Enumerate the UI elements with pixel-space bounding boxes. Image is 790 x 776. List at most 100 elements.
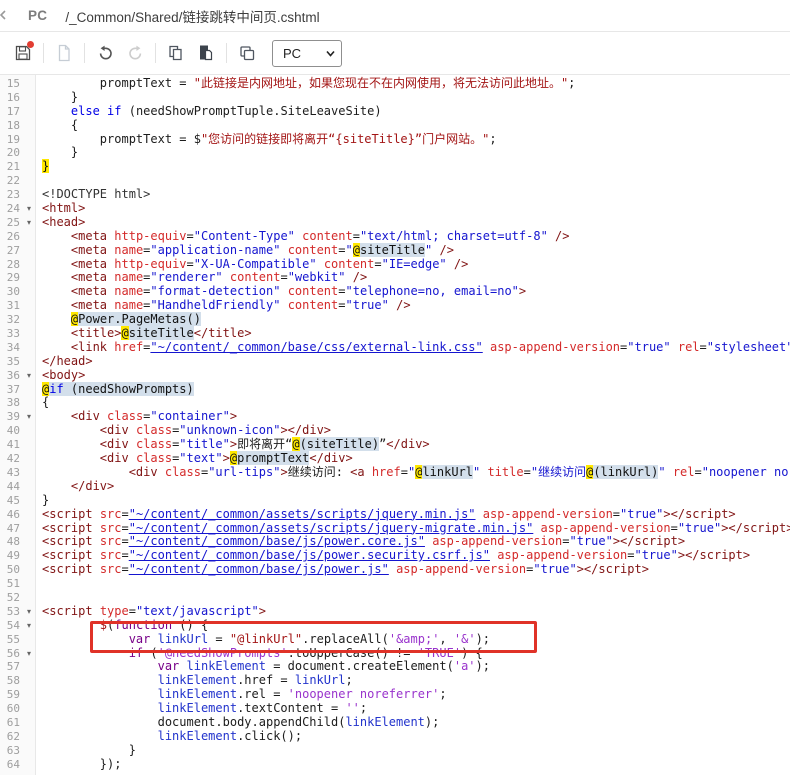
code-line[interactable]: 36▾<body>	[0, 369, 790, 383]
code-line[interactable]: 54▾ $(function () {	[0, 619, 790, 633]
code-line[interactable]: 25▾<head>	[0, 216, 790, 230]
fold-arrow-icon[interactable]: ▾	[22, 202, 36, 216]
fold-arrow-icon[interactable]: ▾	[22, 619, 36, 633]
duplicate-button[interactable]	[234, 40, 260, 66]
code-content: <meta http-equiv="X-UA-Compatible" conte…	[36, 258, 468, 272]
toolbar-separator	[155, 43, 156, 63]
code-line[interactable]: 29 <meta name="renderer" content="webkit…	[0, 271, 790, 285]
fold-gutter-empty	[22, 730, 36, 744]
code-line[interactable]: 41 <div class="title">即将离开“@(siteTitle)”…	[0, 438, 790, 452]
code-line[interactable]: 39▾ <div class="container">	[0, 410, 790, 424]
code-line[interactable]: 15 promptText = "此链接是内网地址，如果您现在不在内网使用，将无…	[0, 77, 790, 91]
toolbar-separator	[84, 43, 85, 63]
code-line[interactable]: 48<script src="~/content/_common/base/js…	[0, 535, 790, 549]
toolbar: PC	[0, 32, 790, 75]
code-line[interactable]: 51	[0, 577, 790, 591]
new-file-button[interactable]	[51, 40, 77, 66]
code-line[interactable]: 19 promptText = $"您访问的链接即将离开“{siteTitle}…	[0, 133, 790, 147]
code-line[interactable]: 16 }	[0, 91, 790, 105]
fold-gutter-empty	[22, 535, 36, 549]
code-line[interactable]: 64 });	[0, 758, 790, 772]
fold-arrow-icon[interactable]: ▾	[22, 605, 36, 619]
line-number: 41	[0, 438, 22, 452]
code-line[interactable]: 27 <meta name="application-name" content…	[0, 244, 790, 258]
fold-gutter-empty	[22, 660, 36, 674]
fold-gutter-empty	[22, 133, 36, 147]
code-content: <div class="url-tips">继续访问: <a href="@li…	[36, 466, 790, 480]
copy-button[interactable]	[163, 40, 189, 66]
code-line[interactable]: 44 </div>	[0, 480, 790, 494]
fold-arrow-icon[interactable]: ▾	[22, 647, 36, 661]
code-line[interactable]: 60 linkElement.textContent = '';	[0, 702, 790, 716]
code-line[interactable]: 35</head>	[0, 355, 790, 369]
code-line[interactable]: 31 <meta name="HandheldFriendly" content…	[0, 299, 790, 313]
code-line[interactable]: 24▾<html>	[0, 202, 790, 216]
code-line[interactable]: 46<script src="~/content/_common/assets/…	[0, 508, 790, 522]
code-content: <script src="~/content/_common/base/js/p…	[36, 549, 750, 563]
code-line[interactable]: 62 linkElement.click();	[0, 730, 790, 744]
code-line[interactable]: 57 var linkElement = document.createElem…	[0, 660, 790, 674]
code-line[interactable]: 20 }	[0, 146, 790, 160]
code-line[interactable]: 59 linkElement.rel = 'noopener noreferre…	[0, 688, 790, 702]
undo-icon	[96, 44, 115, 63]
code-line[interactable]: 21}	[0, 160, 790, 174]
code-content: @if (needShowPrompts)	[36, 383, 194, 397]
code-line[interactable]: 47<script src="~/content/_common/assets/…	[0, 522, 790, 536]
save-button[interactable]	[10, 40, 36, 66]
fold-gutter-empty	[22, 77, 36, 91]
code-line[interactable]: 37@if (needShowPrompts)	[0, 383, 790, 397]
code-line[interactable]: 33 <title>@siteTitle</title>	[0, 327, 790, 341]
code-line[interactable]: 61 document.body.appendChild(linkElement…	[0, 716, 790, 730]
fold-gutter-empty	[22, 466, 36, 480]
code-line[interactable]: 52	[0, 591, 790, 605]
code-content: <meta http-equiv="Content-Type" content=…	[36, 230, 569, 244]
line-number: 24	[0, 202, 22, 216]
code-line[interactable]: 58 linkElement.href = linkUrl;	[0, 674, 790, 688]
redo-button[interactable]	[122, 40, 148, 66]
code-content: linkElement.click();	[36, 730, 302, 744]
paste-button[interactable]	[193, 40, 219, 66]
line-number: 23	[0, 188, 22, 202]
code-content: <div class="container">	[36, 410, 237, 424]
code-line[interactable]: 43 <div class="url-tips">继续访问: <a href="…	[0, 466, 790, 480]
collapse-panel-icon[interactable]	[0, 8, 9, 22]
device-select[interactable]: PC	[272, 40, 342, 67]
fold-arrow-icon[interactable]: ▾	[22, 216, 36, 230]
code-editor[interactable]: 15 promptText = "此链接是内网地址，如果您现在不在内网使用，将无…	[0, 75, 790, 775]
line-number: 40	[0, 424, 22, 438]
code-line[interactable]: 17 else if (needShowPromptTuple.SiteLeav…	[0, 105, 790, 119]
code-line[interactable]: 26 <meta http-equiv="Content-Type" conte…	[0, 230, 790, 244]
code-line[interactable]: 50<script src="~/content/_common/base/js…	[0, 563, 790, 577]
code-line[interactable]: 28 <meta http-equiv="X-UA-Compatible" co…	[0, 258, 790, 272]
code-line[interactable]: 53▾<script type="text/javascript">	[0, 605, 790, 619]
code-line[interactable]: 49<script src="~/content/_common/base/js…	[0, 549, 790, 563]
code-line[interactable]: 32 @Power.PageMetas()	[0, 313, 790, 327]
code-line[interactable]: 55 var linkUrl = "@linkUrl".replaceAll('…	[0, 633, 790, 647]
code-lines: 15 promptText = "此链接是内网地址，如果您现在不在内网使用，将无…	[0, 75, 790, 772]
code-line[interactable]: 22	[0, 174, 790, 188]
line-number: 15	[0, 77, 22, 91]
code-content: <script src="~/content/_common/base/js/p…	[36, 563, 649, 577]
line-number: 62	[0, 730, 22, 744]
code-content: </head>	[36, 355, 93, 369]
fold-arrow-icon[interactable]: ▾	[22, 369, 36, 383]
code-line[interactable]: 38{	[0, 396, 790, 410]
code-line[interactable]: 63 }	[0, 744, 790, 758]
code-line[interactable]: 18 {	[0, 119, 790, 133]
code-line[interactable]: 42 <div class="text">@promptText</div>	[0, 452, 790, 466]
undo-button[interactable]	[92, 40, 118, 66]
code-line[interactable]: 30 <meta name="format-detection" content…	[0, 285, 790, 299]
code-line[interactable]: 23<!DOCTYPE html>	[0, 188, 790, 202]
code-line[interactable]: 56▾ if ('@needShowPrompts'.toUpperCase()…	[0, 647, 790, 661]
code-content: linkElement.href = linkUrl;	[36, 674, 353, 688]
code-editor-window: PC /_Common/Shared/链接跳转中间页.cshtml	[0, 0, 790, 776]
code-line[interactable]: 45}	[0, 494, 790, 508]
code-content: {	[36, 119, 78, 133]
toolbar-separator	[43, 43, 44, 63]
copy-icon	[167, 44, 185, 62]
code-line[interactable]: 34 <link href="~/content/_common/base/cs…	[0, 341, 790, 355]
fold-gutter-empty	[22, 549, 36, 563]
fold-arrow-icon[interactable]: ▾	[22, 410, 36, 424]
code-content: linkElement.textContent = '';	[36, 702, 367, 716]
code-content: document.body.appendChild(linkElement);	[36, 716, 439, 730]
